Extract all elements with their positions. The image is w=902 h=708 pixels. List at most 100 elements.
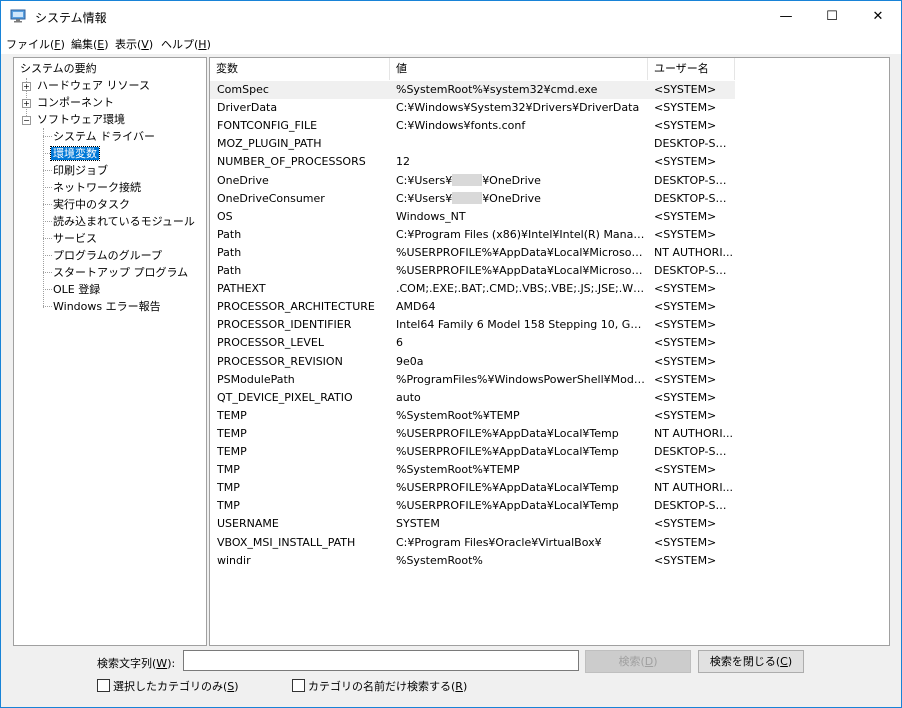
table-row[interactable]: USERNAME SYSTEM <SYSTEM>	[210, 515, 735, 533]
cell-value: %USERPROFILE%¥AppData¥Local¥Microsoft¥W.…	[396, 245, 646, 259]
tree-item-software-environment[interactable]: − ソフトウェア環境	[22, 111, 127, 128]
cell-user: <SYSTEM>	[654, 517, 717, 531]
table-row[interactable]: TMP %USERPROFILE%¥AppData¥Local¥Temp DESKT…	[210, 497, 735, 515]
search-input[interactable]	[183, 650, 579, 671]
cell-variable: Path	[217, 245, 242, 259]
cell-user: DESKTOP-SH...	[654, 499, 734, 513]
cell-user: <SYSTEM>	[654, 354, 717, 368]
cell-value: Intel64 Family 6 Model 158 Stepping 10, …	[396, 318, 646, 332]
collapse-icon[interactable]: −	[22, 116, 31, 125]
menu-file[interactable]: ファイル(F)	[6, 36, 65, 52]
table-row[interactable]: FONTCONFIG_FILE C:¥Windows¥fonts.conf <SYS…	[210, 117, 735, 135]
cell-value: C:¥Users¥ ¥OneDrive	[396, 191, 541, 205]
cell-variable: FONTCONFIG_FILE	[217, 119, 318, 133]
tree-child-item[interactable]: プログラムのグループ	[51, 247, 164, 264]
checkbox-icon[interactable]	[292, 679, 305, 692]
close-search-button[interactable]: 検索を閉じる(C)	[698, 650, 804, 673]
minimize-button[interactable]: —	[763, 1, 809, 32]
cell-value: %SystemRoot%¥system32¥cmd.exe	[396, 83, 598, 96]
search-category-names-only-checkbox[interactable]: カテゴリの名前だけ検索する(R)	[292, 679, 467, 693]
tree-item-hardware-resources[interactable]: + ハードウェア リソース	[22, 77, 152, 94]
tree-child-item[interactable]: スタートアップ プログラム	[51, 264, 190, 281]
cell-user: <SYSTEM>	[654, 372, 717, 386]
title-bar[interactable]: システム情報 — ☐ ✕	[1, 1, 901, 32]
tree-child-item[interactable]: ネットワーク接続	[51, 179, 143, 196]
tree-item-system-summary[interactable]: システムの要約	[18, 60, 99, 77]
table-row[interactable]: MOZ_PLUGIN_PATH DESKTOP-SH...	[210, 135, 735, 153]
expand-icon[interactable]: +	[22, 99, 31, 108]
table-row[interactable]: TEMP %SystemRoot%¥TEMP <SYSTEM>	[210, 407, 735, 425]
cell-value: %USERPROFILE%¥AppData¥Local¥Temp	[396, 445, 619, 458]
maximize-button[interactable]: ☐	[809, 1, 855, 32]
tree-child-item[interactable]: Windows エラー報告	[51, 298, 163, 315]
table-row[interactable]: Path %USERPROFILE%¥AppData¥Local¥Microsof…	[210, 244, 735, 262]
cell-user: <SYSTEM>	[654, 282, 717, 296]
table-row[interactable]: DriverData C:¥Windows¥System32¥Drivers¥Dr…	[210, 99, 735, 117]
tree-item-components[interactable]: + コンポーネント	[22, 94, 116, 111]
redacted-username	[452, 173, 483, 186]
tree-child-label: プログラムのグループ	[53, 249, 163, 262]
menu-edit[interactable]: 編集(E)	[71, 36, 109, 52]
tree-child-item[interactable]: 環境変数	[50, 145, 100, 162]
cell-variable: PSModulePath	[217, 372, 295, 386]
cell-user: <SYSTEM>	[654, 336, 717, 350]
cell-variable: PROCESSOR_ARCHITECTURE	[217, 300, 375, 314]
table-row[interactable]: OneDriveConsumer C:¥Users¥ ¥OneDrive DESKTO…	[210, 190, 735, 208]
table-row[interactable]: OneDrive C:¥Users¥ ¥OneDrive DESKTOP-SH...	[210, 172, 735, 190]
expand-icon[interactable]: +	[22, 82, 31, 91]
cell-variable: VBOX_MSI_INSTALL_PATH	[217, 535, 356, 549]
table-row[interactable]: windir %SystemRoot% <SYSTEM>	[210, 552, 735, 570]
cell-user: <SYSTEM>	[654, 209, 717, 223]
cell-value: 12	[396, 155, 410, 169]
table-row[interactable]: ComSpec %SystemRoot%¥system32¥cmd.exe <SYS…	[210, 81, 735, 99]
table-row[interactable]: PATHEXT .COM;.EXE;.BAT;.CMD;.VBS;.VBE;.JS…	[210, 280, 735, 298]
table-row[interactable]: TEMP %USERPROFILE%¥AppData¥Local¥Temp DESK…	[210, 443, 735, 461]
cell-user: <SYSTEM>	[654, 101, 717, 115]
tree-child-label: サービス	[53, 232, 97, 245]
system-info-app-icon	[10, 9, 26, 23]
menu-help[interactable]: ヘルプ(H)	[161, 36, 211, 52]
table-row[interactable]: OS Windows_NT <SYSTEM>	[210, 208, 735, 226]
tree-child-item[interactable]: 実行中のタスク	[51, 196, 132, 213]
tree-child-item[interactable]: 読み込まれているモジュール	[51, 213, 197, 230]
menu-view[interactable]: 表示(V)	[115, 36, 153, 52]
tree-child-item[interactable]: システム ドライバー	[51, 128, 157, 145]
tree-child-item[interactable]: 印刷ジョブ	[51, 162, 110, 179]
cell-user: NT AUTHORI...	[654, 245, 734, 259]
table-row[interactable]: TMP %USERPROFILE%¥AppData¥Local¥Temp NT AU…	[210, 479, 735, 497]
table-row[interactable]: TEMP %USERPROFILE%¥AppData¥Local¥Temp NT A…	[210, 425, 735, 443]
window-title: システム情報	[35, 11, 107, 25]
table-row[interactable]: PROCESSOR_IDENTIFIER Intel64 Family 6 Mod…	[210, 316, 735, 334]
cell-value: .COM;.EXE;.BAT;.CMD;.VBS;.VBE;.JS;.JSE;.…	[396, 282, 646, 296]
table-row[interactable]: TMP %SystemRoot%¥TEMP <SYSTEM>	[210, 461, 735, 479]
table-row[interactable]: PROCESSOR_ARCHITECTURE AMD64 <SYSTEM>	[210, 298, 735, 316]
details-list[interactable]: 変数 値 ユーザー名 ComSpec %SystemRoot%¥system32¥…	[209, 57, 890, 646]
column-header-variable[interactable]: 変数	[210, 58, 390, 80]
table-row[interactable]: PSModulePath %ProgramFiles%¥WindowsPowerS…	[210, 371, 735, 389]
column-header-value[interactable]: 値	[390, 58, 648, 80]
tree-child-label: Windows エラー報告	[53, 300, 161, 313]
cell-variable: OneDriveConsumer	[217, 191, 325, 205]
column-header-user[interactable]: ユーザー名	[648, 58, 735, 80]
table-row[interactable]: VBOX_MSI_INSTALL_PATH C:¥Program Files¥Or…	[210, 534, 735, 552]
table-row[interactable]: PROCESSOR_REVISION 9e0a <SYSTEM>	[210, 353, 735, 371]
cell-variable: MOZ_PLUGIN_PATH	[217, 137, 322, 151]
find-button[interactable]: 検索(D)	[585, 650, 691, 673]
tree-child-item[interactable]: OLE 登録	[51, 281, 102, 298]
table-row[interactable]: Path %USERPROFILE%¥AppData¥Local¥Microsof…	[210, 262, 735, 280]
table-row[interactable]: QT_DEVICE_PIXEL_RATIO auto <SYSTEM>	[210, 389, 735, 407]
cell-value: %USERPROFILE%¥AppData¥Local¥Temp	[396, 481, 619, 495]
table-row[interactable]: Path C:¥Program Files (x86)¥Intel¥Intel(R…	[210, 226, 735, 244]
close-button[interactable]: ✕	[855, 1, 901, 32]
cell-value: C:¥Users¥ ¥OneDrive	[396, 173, 541, 187]
selected-category-only-checkbox[interactable]: 選択したカテゴリのみ(S)	[97, 679, 239, 693]
cell-variable: TEMP	[217, 445, 247, 458]
cell-variable: TEMP	[217, 426, 247, 440]
table-row[interactable]: NUMBER_OF_PROCESSORS 12 <SYSTEM>	[210, 153, 735, 171]
category-tree[interactable]: システムの要約 + ハードウェア リソース + コンポーネント − ソフトウェア…	[13, 57, 207, 646]
cell-value: C:¥Windows¥System32¥Drivers¥DriverData	[396, 101, 640, 115]
cell-user: NT AUTHORI...	[654, 481, 734, 495]
checkbox-icon[interactable]	[97, 679, 110, 692]
tree-child-item[interactable]: サービス	[51, 230, 99, 247]
table-row[interactable]: PROCESSOR_LEVEL 6 <SYSTEM>	[210, 334, 735, 352]
